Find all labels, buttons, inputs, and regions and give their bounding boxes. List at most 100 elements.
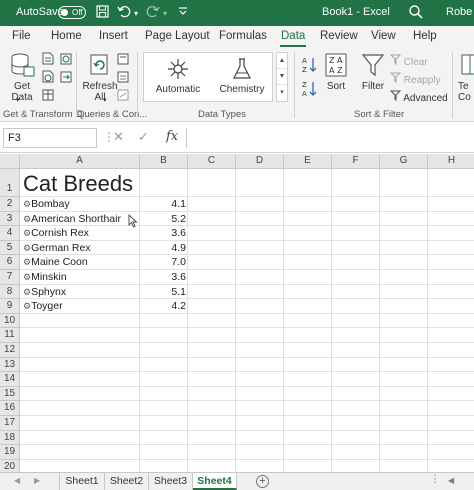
queries-connections-icon[interactable] bbox=[117, 52, 129, 68]
from-web-icon[interactable] bbox=[42, 70, 54, 86]
filter-button[interactable]: Filter bbox=[358, 52, 388, 92]
tab-page-layout[interactable]: Page Layout bbox=[145, 30, 210, 42]
column-header-a[interactable]: A bbox=[20, 154, 140, 169]
data-type-chemistry[interactable]: Chemistry bbox=[214, 57, 270, 95]
data-type-card-icon[interactable]: ⚙ bbox=[23, 228, 31, 238]
row-header-19[interactable]: 19 bbox=[0, 445, 20, 460]
formula-input[interactable] bbox=[186, 128, 474, 148]
customize-toolbar-icon[interactable] bbox=[178, 5, 188, 20]
existing-connections-icon[interactable] bbox=[60, 70, 72, 86]
row-header-10[interactable]: 10 bbox=[0, 313, 20, 329]
select-all-corner[interactable] bbox=[0, 154, 20, 169]
row-header-11[interactable]: 11 bbox=[0, 328, 20, 343]
tab-file[interactable]: File bbox=[12, 30, 31, 42]
tab-formulas[interactable]: Formulas bbox=[219, 30, 267, 42]
edit-links-icon[interactable] bbox=[117, 88, 129, 104]
add-sheet-icon[interactable]: + bbox=[256, 475, 269, 488]
redo-icon[interactable] bbox=[146, 5, 160, 21]
column-header-g[interactable]: G bbox=[380, 154, 428, 169]
cell-breed-value[interactable]: 4.1 bbox=[140, 198, 186, 210]
row-header-15[interactable]: 15 bbox=[0, 386, 20, 402]
search-icon[interactable] bbox=[408, 4, 424, 20]
gallery-up-icon[interactable]: ▲ bbox=[277, 53, 287, 69]
cell-breed-name[interactable]: ⚙Maine Coon bbox=[23, 256, 88, 268]
data-type-card-icon[interactable]: ⚙ bbox=[23, 301, 31, 311]
refresh-all-button[interactable]: Refresh All bbox=[82, 52, 118, 103]
cell-a1-title[interactable]: Cat Breeds bbox=[23, 171, 133, 197]
row-header-1[interactable]: 1 bbox=[0, 169, 20, 197]
undo-dropdown-icon[interactable]: ▾ bbox=[134, 7, 138, 21]
autosave-toggle[interactable]: Off bbox=[58, 6, 86, 19]
account-name[interactable]: Robe bbox=[446, 6, 472, 18]
data-type-card-icon[interactable]: ⚙ bbox=[23, 243, 31, 253]
insert-function-icon[interactable]: fx bbox=[166, 129, 178, 144]
tab-review[interactable]: Review bbox=[320, 30, 358, 42]
redo-dropdown-icon[interactable]: ▾ bbox=[163, 7, 167, 21]
cell-breed-name[interactable]: ⚙Cornish Rex bbox=[23, 227, 89, 239]
refresh-dropdown-icon[interactable]: ▾ bbox=[103, 96, 107, 104]
tab-home[interactable]: Home bbox=[51, 30, 82, 42]
cell-breed-name[interactable]: ⚙Bombay bbox=[23, 198, 70, 210]
row-header-17[interactable]: 17 bbox=[0, 416, 20, 431]
tab-view[interactable]: View bbox=[371, 30, 396, 42]
row-header-18[interactable]: 18 bbox=[0, 430, 20, 446]
advanced-filter-button[interactable]: Advanced bbox=[389, 90, 448, 104]
row-header-9[interactable]: 9 bbox=[0, 299, 20, 314]
gallery-scroll[interactable]: ▲ ▼ ▾ bbox=[276, 52, 288, 102]
cell-breed-name[interactable]: ⚙American Shorthair bbox=[23, 213, 121, 225]
data-type-automatic[interactable]: Automatic bbox=[150, 57, 206, 95]
cell-breed-value[interactable]: 4.9 bbox=[140, 242, 186, 254]
row-header-6[interactable]: 6 bbox=[0, 255, 20, 270]
recent-sources-icon[interactable] bbox=[60, 52, 72, 68]
cell-breed-name[interactable]: ⚙Minskin bbox=[23, 271, 67, 283]
text-to-columns-button[interactable]: Te Co bbox=[458, 52, 474, 103]
from-text-icon[interactable] bbox=[42, 52, 54, 68]
data-type-card-icon[interactable]: ⚙ bbox=[23, 199, 31, 209]
sort-ascending-icon[interactable]: AZ bbox=[302, 56, 318, 77]
from-table-icon[interactable] bbox=[42, 88, 54, 104]
cell-breed-value[interactable]: 5.1 bbox=[140, 286, 186, 298]
column-header-d[interactable]: D bbox=[236, 154, 284, 169]
get-data-button[interactable]: Get Data bbox=[6, 52, 38, 103]
column-header-b[interactable]: B bbox=[140, 154, 188, 169]
sheet-tab-3[interactable]: Sheet3 bbox=[149, 473, 193, 490]
data-type-card-icon[interactable]: ⚙ bbox=[23, 214, 31, 224]
save-icon[interactable] bbox=[96, 5, 109, 21]
row-header-7[interactable]: 7 bbox=[0, 270, 20, 285]
properties-icon[interactable] bbox=[117, 70, 129, 86]
spreadsheet-grid[interactable]: ABCDEFGH12345678910111213141516171819202… bbox=[0, 154, 474, 472]
row-header-4[interactable]: 4 bbox=[0, 226, 20, 241]
undo-icon[interactable] bbox=[117, 5, 131, 21]
get-data-dropdown-icon[interactable]: ▾ bbox=[16, 96, 20, 104]
clear-filter-button[interactable]: Clear bbox=[389, 54, 428, 68]
next-sheet-icon[interactable]: ▶ bbox=[34, 476, 40, 485]
row-header-8[interactable]: 8 bbox=[0, 284, 20, 300]
row-header-13[interactable]: 13 bbox=[0, 357, 20, 373]
row-header-20[interactable]: 20 bbox=[0, 459, 20, 472]
row-header-12[interactable]: 12 bbox=[0, 343, 20, 358]
name-box[interactable]: F3 bbox=[3, 128, 97, 148]
cell-breed-value[interactable]: 3.6 bbox=[140, 227, 186, 239]
data-type-card-icon[interactable]: ⚙ bbox=[23, 287, 31, 297]
scroll-left-icon[interactable]: ◀ bbox=[448, 476, 454, 485]
tab-insert[interactable]: Insert bbox=[99, 30, 128, 42]
tab-split-handle-icon[interactable]: ⋮ bbox=[430, 474, 440, 485]
column-header-f[interactable]: F bbox=[332, 154, 380, 169]
cell-breed-name[interactable]: ⚙Toyger bbox=[23, 300, 63, 312]
tab-help[interactable]: Help bbox=[413, 30, 437, 42]
row-header-2[interactable]: 2 bbox=[0, 197, 20, 212]
row-header-3[interactable]: 3 bbox=[0, 211, 20, 227]
enter-icon[interactable]: ✓ bbox=[138, 129, 149, 145]
sheet-tab-1[interactable]: Sheet1 bbox=[59, 473, 105, 490]
cell-breed-name[interactable]: ⚙Sphynx bbox=[23, 286, 66, 298]
cancel-icon[interactable]: ✕ bbox=[113, 129, 124, 145]
data-type-card-icon[interactable]: ⚙ bbox=[23, 257, 31, 267]
sort-descending-icon[interactable]: ZA bbox=[302, 80, 318, 101]
cell-breed-value[interactable]: 4.2 bbox=[140, 300, 186, 312]
column-header-h[interactable]: H bbox=[428, 154, 474, 169]
gallery-down-icon[interactable]: ▼ bbox=[277, 69, 287, 85]
row-header-14[interactable]: 14 bbox=[0, 372, 20, 387]
tab-data[interactable]: Data bbox=[279, 30, 307, 47]
sheet-tab-4[interactable]: Sheet4 bbox=[193, 473, 237, 490]
reapply-button[interactable]: Reapply bbox=[389, 72, 440, 86]
